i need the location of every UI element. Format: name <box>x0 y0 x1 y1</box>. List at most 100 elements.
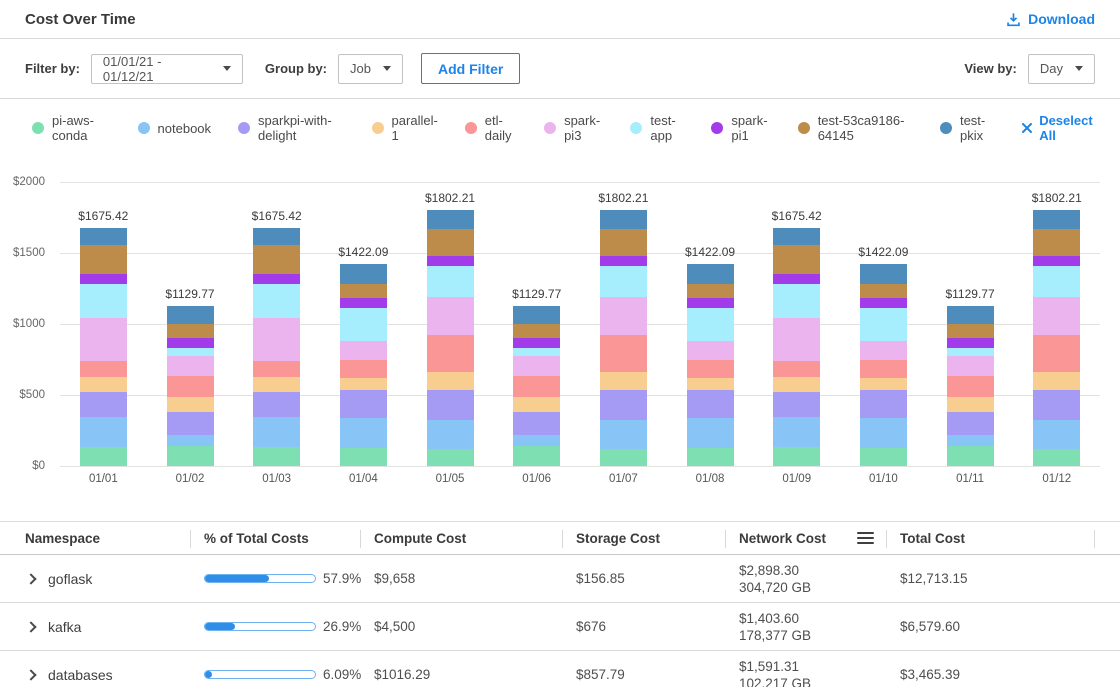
expand-chevron-icon[interactable] <box>25 573 36 584</box>
bar-segment-test-pkix <box>860 264 907 284</box>
bar-segment-test-pkix <box>253 228 300 244</box>
column-header--of-total-costs[interactable]: % of Total Costs <box>190 522 360 554</box>
bar-segment-parallel-1 <box>253 377 300 392</box>
bar-total-label: $1129.77 <box>945 287 994 301</box>
download-button[interactable]: Download <box>1006 11 1095 27</box>
bar-segment-test-pkix <box>427 210 474 229</box>
bar-segment-parallel-1 <box>773 377 820 392</box>
bar-segment-test-app <box>600 266 647 297</box>
bar-segment-test-app <box>687 308 734 341</box>
download-icon <box>1006 12 1021 27</box>
date-range-dropdown[interactable]: 01/01/21 - 01/12/21 <box>91 54 243 84</box>
column-header-network-cost[interactable]: Network Cost <box>725 522 886 554</box>
legend-label: test-53ca9186-64145 <box>818 113 913 143</box>
bar-segment-spark-pi3 <box>773 318 820 361</box>
bar-segment-notebook <box>340 418 387 448</box>
namespace-cell[interactable]: databases <box>25 667 190 683</box>
bar-segment-test-pkix <box>340 264 387 284</box>
group-by-value: Job <box>350 61 371 76</box>
deselect-all-button[interactable]: Deselect All <box>1022 113 1095 143</box>
bar-segment-test-53ca9186-64145 <box>340 284 387 298</box>
bar-segment-spark-pi3 <box>167 356 214 376</box>
bar-segment-etl-daily <box>600 335 647 372</box>
compute-cost-cell: $9,658 <box>360 571 562 586</box>
bar-segment-sparkpi-with-delight <box>427 390 474 420</box>
bar-segment-pi-aws-conda <box>600 449 647 466</box>
bar-segment-test-app <box>1033 266 1080 297</box>
page-title: Cost Over Time <box>25 11 136 28</box>
bar-01/06: $1129.77 <box>493 182 580 466</box>
bar-segment-spark-pi3 <box>600 297 647 334</box>
bar-01/05: $1802.21 <box>407 182 494 466</box>
bar-segment-spark-pi1 <box>427 256 474 266</box>
view-by-dropdown[interactable]: Day <box>1028 54 1095 84</box>
bar-segment-sparkpi-with-delight <box>340 390 387 419</box>
storage-cost-cell: $857.79 <box>562 667 725 682</box>
column-header-label: Storage Cost <box>576 531 660 546</box>
legend-item-spark-pi3[interactable]: spark-pi3 <box>544 113 603 143</box>
bar-segment-sparkpi-with-delight <box>860 390 907 419</box>
column-header-namespace[interactable]: Namespace <box>25 522 190 554</box>
table-row-databases: databases6.09%$1016.29$857.79$1,591.3110… <box>0 651 1120 687</box>
bar-segment-test-53ca9186-64145 <box>1033 229 1080 256</box>
bar-segment-spark-pi3 <box>687 341 734 360</box>
bar-segment-etl-daily <box>340 360 387 378</box>
legend-label: test-pkix <box>960 113 995 143</box>
bar-segment-spark-pi1 <box>80 274 127 284</box>
chevron-down-icon <box>383 66 391 71</box>
x-axis-label: 01/09 <box>753 473 840 485</box>
bar-segment-test-pkix <box>1033 210 1080 229</box>
bar-01/01: $1675.42 <box>60 182 147 466</box>
x-axis-label: 01/08 <box>667 473 754 485</box>
column-header-total-cost[interactable]: Total Cost <box>886 522 1095 554</box>
gridline <box>60 466 1100 467</box>
add-filter-button[interactable]: Add Filter <box>421 53 520 84</box>
bar-segment-notebook <box>947 435 994 446</box>
legend-item-test-53ca9186-64145[interactable]: test-53ca9186-64145 <box>798 113 913 143</box>
y-axis-tick-label: $0 <box>32 460 45 472</box>
bar-segment-sparkpi-with-delight <box>167 412 214 435</box>
bar-segment-test-53ca9186-64145 <box>427 229 474 256</box>
chevron-down-icon <box>1075 66 1083 71</box>
compute-cost-cell: $4,500 <box>360 619 562 634</box>
legend-item-pi-aws-conda[interactable]: pi-aws-conda <box>32 113 111 143</box>
legend-item-sparkpi-with-delight[interactable]: sparkpi-with-delight <box>238 113 345 143</box>
legend-item-parallel-1[interactable]: parallel-1 <box>372 113 438 143</box>
column-header-compute-cost[interactable]: Compute Cost <box>360 522 562 554</box>
bar-stack <box>513 306 560 466</box>
namespace-label: databases <box>48 667 113 683</box>
expand-chevron-icon[interactable] <box>25 669 36 680</box>
column-header-storage-cost[interactable]: Storage Cost <box>562 522 725 554</box>
bar-total-label: $1675.42 <box>252 209 302 223</box>
bar-stack <box>600 210 647 466</box>
namespace-cell[interactable]: kafka <box>25 619 190 635</box>
bar-segment-spark-pi1 <box>860 298 907 308</box>
legend-swatch-icon <box>798 122 810 134</box>
bar-segment-parallel-1 <box>687 378 734 389</box>
group-by-label: Group by: <box>265 61 327 76</box>
x-axis-label: 01/11 <box>927 473 1014 485</box>
bar-01/07: $1802.21 <box>580 182 667 466</box>
legend-item-test-app[interactable]: test-app <box>630 113 684 143</box>
bar-segment-notebook <box>427 420 474 449</box>
legend-item-spark-pi1[interactable]: spark-pi1 <box>711 113 770 143</box>
legend-item-notebook[interactable]: notebook <box>138 121 212 136</box>
bar-segment-pi-aws-conda <box>947 446 994 466</box>
bar-01/08: $1422.09 <box>667 182 754 466</box>
bar-segment-parallel-1 <box>167 397 214 411</box>
network-cost-cell: $2,898.30304,720 GB <box>725 562 886 596</box>
storage-cost-cell: $156.85 <box>562 571 725 586</box>
expand-chevron-icon[interactable] <box>25 621 36 632</box>
legend-item-test-pkix[interactable]: test-pkix <box>940 113 995 143</box>
legend-swatch-icon <box>711 122 723 134</box>
column-menu-icon[interactable] <box>857 532 874 545</box>
namespace-cell[interactable]: goflask <box>25 571 190 587</box>
network-cost-value: $1,403.60 <box>739 610 886 627</box>
legend-item-etl-daily[interactable]: etl-daily <box>465 113 517 143</box>
legend-swatch-icon <box>32 122 44 134</box>
bar-segment-sparkpi-with-delight <box>1033 390 1080 420</box>
group-by-dropdown[interactable]: Job <box>338 54 403 84</box>
bar-segment-etl-daily <box>80 361 127 377</box>
namespace-label: goflask <box>48 571 92 587</box>
network-gb-value: 304,720 GB <box>739 579 886 596</box>
